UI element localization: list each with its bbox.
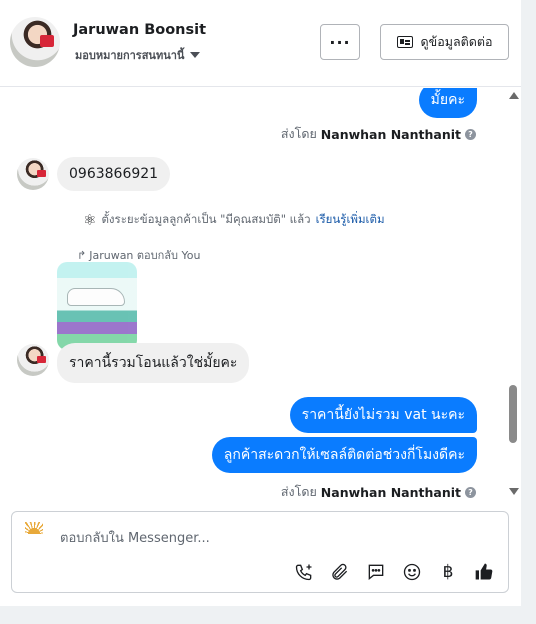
assign-dropdown[interactable]: มอบหมายการสนทนานี้ (75, 46, 201, 64)
assign-label: มอบหมายการสนทนานี้ (75, 49, 185, 62)
notice-text: ตั้งระยะข้อมูลลูกค้าเป็น "มีคุณสมบัติ" แ… (101, 212, 311, 226)
page-logo (21, 522, 47, 544)
baht-icon[interactable]: ฿ (436, 560, 460, 584)
message-thread: มั้ยคะ ส่งโดย Nanwhan Nanthanit ? 096386… (0, 88, 521, 498)
view-contact-info-label: ดูข้อมูลติดต่อ (420, 34, 493, 49)
sent-by-label: ส่งโดย Nanwhan Nanthanit ? (281, 482, 476, 498)
lead-stage-notice: ⚛ ตั้งระยะข้อมูลลูกค้าเป็น "มีคุณสมบัติ"… (83, 211, 385, 229)
contact-avatar-small[interactable] (17, 344, 49, 376)
scroll-down-icon[interactable] (509, 488, 519, 495)
composer-toolbar: ฿ (292, 560, 496, 584)
scrollbar-thumb[interactable] (509, 385, 517, 443)
reply-composer[interactable]: ตอบกลับใน Messenger... ฿ (11, 511, 509, 593)
paperclip-icon[interactable] (328, 560, 352, 584)
reply-input[interactable]: ตอบกลับใน Messenger... (60, 527, 210, 548)
sender-name[interactable]: Nanwhan Nanthanit (321, 127, 461, 142)
outgoing-message[interactable]: ราคานี้ยังไม่รวม vat นะคะ (289, 397, 477, 433)
view-contact-info-button[interactable]: ดูข้อมูลติดต่อ (380, 24, 509, 60)
contact-avatar[interactable] (10, 17, 60, 67)
replied-image-thumbnail[interactable] (57, 262, 137, 350)
incoming-message[interactable]: 0963866921 (57, 157, 171, 191)
incoming-message[interactable]: ราคานี้รวมโอนแล้วใช่มั้ยคะ (57, 343, 250, 383)
sent-by-label: ส่งโดย Nanwhan Nanthanit ? (281, 124, 476, 144)
sun-logo-icon (25, 522, 43, 534)
chevron-down-icon (190, 52, 201, 58)
contact-name[interactable]: Jaruwan Boonsit (73, 22, 206, 38)
sent-by-prefix: ส่งโดย (280, 126, 317, 141)
outgoing-message[interactable]: มั้ยคะ (418, 88, 477, 118)
help-icon[interactable]: ? (465, 128, 476, 140)
sender-name[interactable]: Nanwhan Nanthanit (321, 485, 461, 499)
atom-icon: ⚛ (83, 211, 97, 229)
contact-card-icon (396, 36, 413, 48)
car-image (67, 288, 125, 306)
conversation-panel: Jaruwan Boonsit มอบหมายการสนทนานี้ ··· ด… (0, 0, 521, 606)
reply-arrow-icon: ↱ (77, 248, 87, 262)
contact-avatar-small[interactable] (17, 158, 49, 190)
scroll-up-icon[interactable] (509, 92, 519, 99)
smiley-icon[interactable] (400, 560, 424, 584)
conversation-header: Jaruwan Boonsit มอบหมายการสนทนานี้ ··· ด… (0, 0, 521, 87)
learn-more-link[interactable]: เรียนรู้เพิ่มเติม (316, 211, 385, 229)
phone-add-icon[interactable] (292, 560, 316, 584)
thumbs-up-icon[interactable] (472, 560, 496, 584)
outgoing-message[interactable]: ลูกค้าสะดวกให้เซลล์ติดต่อช่วงกี่โมงดีคะ (211, 437, 477, 473)
chat-bubble-icon[interactable] (364, 560, 388, 584)
sent-by-prefix: ส่งโดย (280, 484, 317, 498)
more-options-button[interactable]: ··· (320, 24, 360, 60)
help-icon[interactable]: ? (465, 486, 476, 498)
thread-scrollbar[interactable] (505, 88, 521, 498)
